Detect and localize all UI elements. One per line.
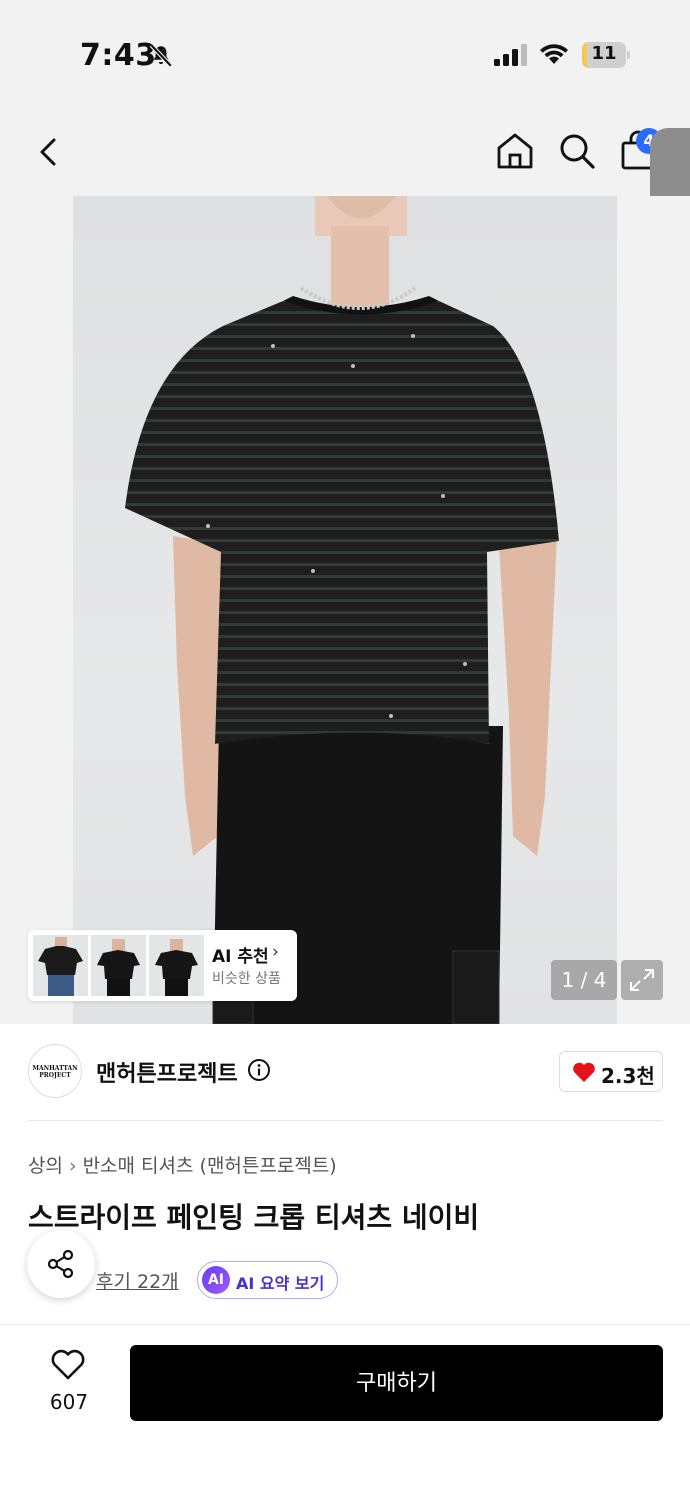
ai-summary-button[interactable]: AI AI 요약 보기 bbox=[197, 1261, 338, 1299]
share-button[interactable] bbox=[27, 1230, 95, 1298]
recommend-thumbnail[interactable] bbox=[149, 935, 204, 996]
ai-recommend-title: AI 추천 bbox=[212, 947, 269, 967]
image-pager: 1 / 4 bbox=[551, 960, 617, 1000]
heart-icon bbox=[573, 1062, 595, 1082]
signal-icon bbox=[494, 44, 527, 66]
battery-icon: 11 bbox=[582, 42, 630, 68]
wishlist-count: 607 bbox=[49, 1390, 89, 1414]
product-gallery[interactable]: AI 추천 › 비슷한 상품 1 / 4 bbox=[0, 196, 690, 1024]
breadcrumb-level2[interactable]: 반소매 티셔츠 (맨허튼프로젝트) bbox=[83, 1155, 337, 1177]
brand-like-count: 2.3천 bbox=[601, 1064, 655, 1088]
heart-outline-icon bbox=[51, 1349, 85, 1380]
buy-button[interactable]: 구매하기 bbox=[130, 1345, 663, 1421]
divider bbox=[28, 1120, 663, 1121]
breadcrumb-level1[interactable]: 상의 bbox=[28, 1155, 63, 1177]
brand-like-button[interactable]: 2.3천 bbox=[559, 1051, 663, 1092]
wifi-icon bbox=[540, 44, 568, 64]
chevron-right-icon: › bbox=[272, 942, 279, 962]
breadcrumb: 상의 › 반소매 티셔츠 (맨허튼프로젝트) bbox=[28, 1151, 337, 1178]
info-icon[interactable] bbox=[247, 1058, 271, 1082]
ai-recommend-card[interactable]: AI 추천 › 비슷한 상품 bbox=[28, 930, 297, 1001]
home-icon[interactable] bbox=[494, 130, 536, 172]
recommend-thumbnail[interactable] bbox=[33, 935, 88, 996]
battery-level-text: 11 bbox=[591, 43, 617, 64]
chevron-right-icon: › bbox=[68, 1155, 77, 1177]
status-bar: 7:43 11 bbox=[0, 0, 690, 110]
brand-name[interactable]: 맨허튼프로젝트 bbox=[96, 1056, 238, 1088]
review-link[interactable]: 후기 22개 bbox=[96, 1267, 179, 1294]
brand-logo[interactable]: MANHATTAN PROJECT bbox=[28, 1044, 82, 1098]
search-icon[interactable] bbox=[556, 130, 598, 172]
recommend-thumbnail[interactable] bbox=[91, 935, 146, 996]
status-time: 7:43 bbox=[80, 38, 157, 73]
product-photo[interactable] bbox=[73, 196, 617, 1024]
wishlist-button[interactable]: 607 bbox=[28, 1345, 110, 1421]
model-illustration bbox=[125, 196, 559, 1024]
ai-recommend-subtitle: 비슷한 상품 bbox=[212, 971, 281, 987]
bell-slash-icon bbox=[149, 43, 173, 68]
ai-badge-icon: AI bbox=[202, 1266, 230, 1294]
product-title: 스트라이프 페인팅 크롭 티셔츠 네이비 bbox=[28, 1201, 480, 1234]
back-icon[interactable] bbox=[30, 132, 70, 172]
top-navigation bbox=[0, 110, 690, 196]
expand-icon[interactable] bbox=[621, 960, 663, 1000]
share-icon bbox=[47, 1249, 74, 1279]
ai-summary-label: AI 요약 보기 bbox=[236, 1274, 325, 1293]
